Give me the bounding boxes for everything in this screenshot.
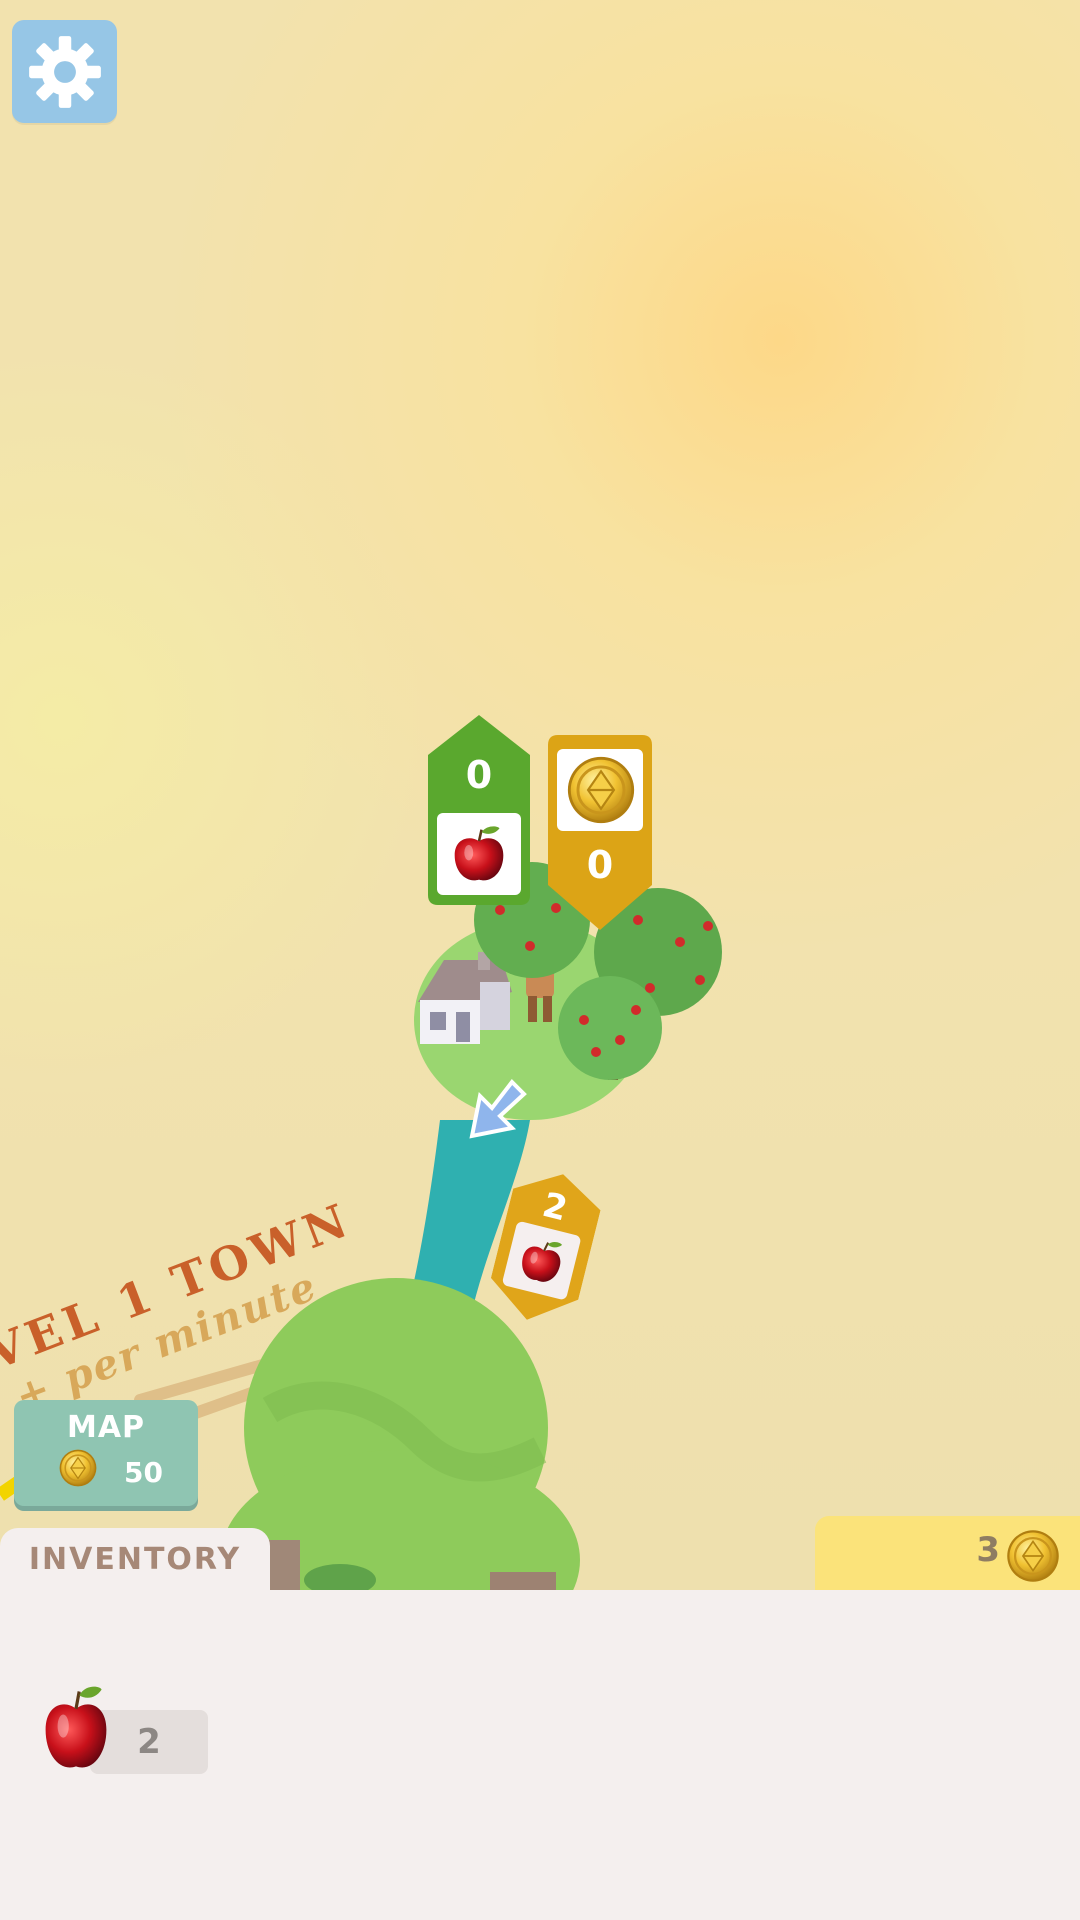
coin-counter: 3 — [815, 1516, 1080, 1590]
coin-count: 3 — [976, 1530, 1000, 1570]
apple-stock-icon-box — [437, 813, 521, 895]
map-button[interactable]: MAP 50 — [14, 1400, 198, 1506]
apple-icon[interactable] — [36, 1680, 116, 1776]
apple-icon — [447, 821, 511, 887]
settings-button[interactable] — [12, 20, 117, 123]
game-world[interactable]: 0 0 2 VEL 1 TOWN + per minute MAP 50 INV… — [0, 0, 1080, 1590]
coin-stock-tag[interactable]: 0 — [548, 735, 652, 930]
coin-icon — [1005, 1528, 1061, 1584]
map-label: MAP — [66, 1410, 146, 1445]
map-cost: 50 — [124, 1456, 163, 1489]
coin-stock-count: 0 — [586, 843, 614, 887]
apple-stock-count: 0 — [465, 753, 493, 797]
coin-icon — [565, 753, 637, 827]
coin-icon — [58, 1448, 98, 1488]
apple-stock-tag[interactable]: 0 — [428, 715, 530, 905]
coin-stock-icon-box — [557, 749, 643, 831]
inventory-tab[interactable]: INVENTORY — [0, 1528, 270, 1590]
gear-icon — [28, 35, 101, 108]
apple-icon — [511, 1228, 573, 1292]
inventory-tab-label: INVENTORY — [28, 1542, 242, 1577]
path-arrow-icon[interactable] — [466, 1078, 532, 1142]
